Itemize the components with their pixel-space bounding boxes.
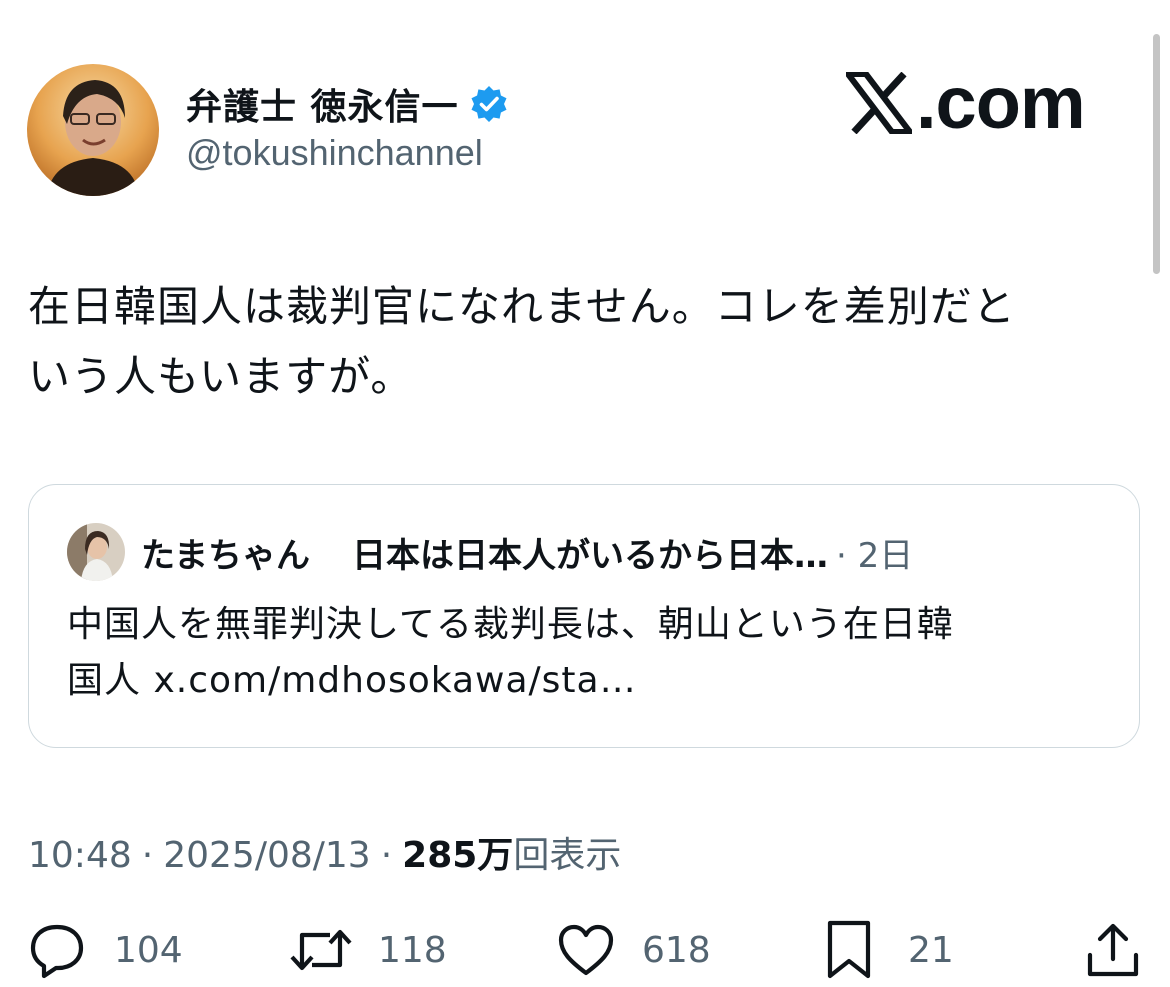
author-name-row[interactable]: 弁護士 徳永信一 xyxy=(186,76,509,132)
quote-header: たまちゃん 日本は日本人がいるから日本… · 2日 xyxy=(67,521,913,583)
bookmark-count: 21 xyxy=(908,929,954,971)
view-count: 285万 xyxy=(402,835,514,876)
tweet-meta: 10:48 · 2025/08/13 · 285万 回表示 xyxy=(28,826,621,878)
repost-icon xyxy=(290,929,352,971)
site-logo-text: .com xyxy=(916,61,1086,144)
tweet-text: 在日韓国人は裁判官になれません。コレを差別だと いう人もいますが。 xyxy=(28,272,1138,412)
author-handle[interactable]: @tokushinchannel xyxy=(186,132,483,174)
x-logo-icon xyxy=(846,72,912,134)
share-icon xyxy=(1087,923,1139,977)
scrollbar[interactable] xyxy=(1153,34,1160,274)
reply-icon xyxy=(30,924,84,979)
site-logo: .com xyxy=(846,58,1086,148)
bookmark-icon xyxy=(827,920,871,979)
quote-text-line: 国人 x.com/mdhosokawa/sta… xyxy=(67,660,637,701)
meta-separator: · xyxy=(380,835,393,876)
quoted-tweet-card[interactable]: たまちゃん 日本は日本人がいるから日本… · 2日 中国人を無罪判決してる裁判長… xyxy=(28,484,1140,748)
author-name[interactable]: 弁護士 徳永信一 xyxy=(186,78,459,130)
quote-timestamp[interactable]: · 2日 xyxy=(836,528,913,577)
tweet-time[interactable]: 10:48 xyxy=(28,835,132,876)
tweet-text-line: いう人もいますが。 xyxy=(28,352,414,401)
like-count: 618 xyxy=(642,929,711,971)
meta-separator: · xyxy=(141,835,154,876)
quote-text: 中国人を無罪判決してる裁判長は、朝山という在日韓 国人 x.com/mdhoso… xyxy=(67,597,1107,709)
repost-count: 118 xyxy=(378,929,447,971)
quote-text-line: 中国人を無罪判決してる裁判長は、朝山という在日韓 xyxy=(67,604,954,645)
repost-button[interactable]: 118 xyxy=(288,918,447,982)
like-button[interactable]: 618 xyxy=(556,918,711,982)
quote-author-bio: 日本は日本人がいるから日本… xyxy=(351,535,828,576)
tweet-text-line: 在日韓国人は裁判官になれません。コレを差別だと xyxy=(28,282,1016,331)
quote-author-name[interactable]: たまちゃん xyxy=(141,528,310,577)
heart-icon xyxy=(558,924,614,976)
share-button[interactable] xyxy=(1084,918,1142,982)
action-bar: 104 118 618 21 xyxy=(0,918,1170,982)
view-count-label: 回表示 xyxy=(513,835,622,876)
reply-count: 104 xyxy=(114,929,183,971)
verified-badge-icon xyxy=(471,86,507,122)
bookmark-button[interactable]: 21 xyxy=(824,918,954,982)
author-avatar[interactable] xyxy=(27,64,159,196)
reply-button[interactable]: 104 xyxy=(28,918,183,982)
quote-author-avatar[interactable] xyxy=(67,523,125,581)
tweet-date[interactable]: 2025/08/13 xyxy=(163,835,371,876)
